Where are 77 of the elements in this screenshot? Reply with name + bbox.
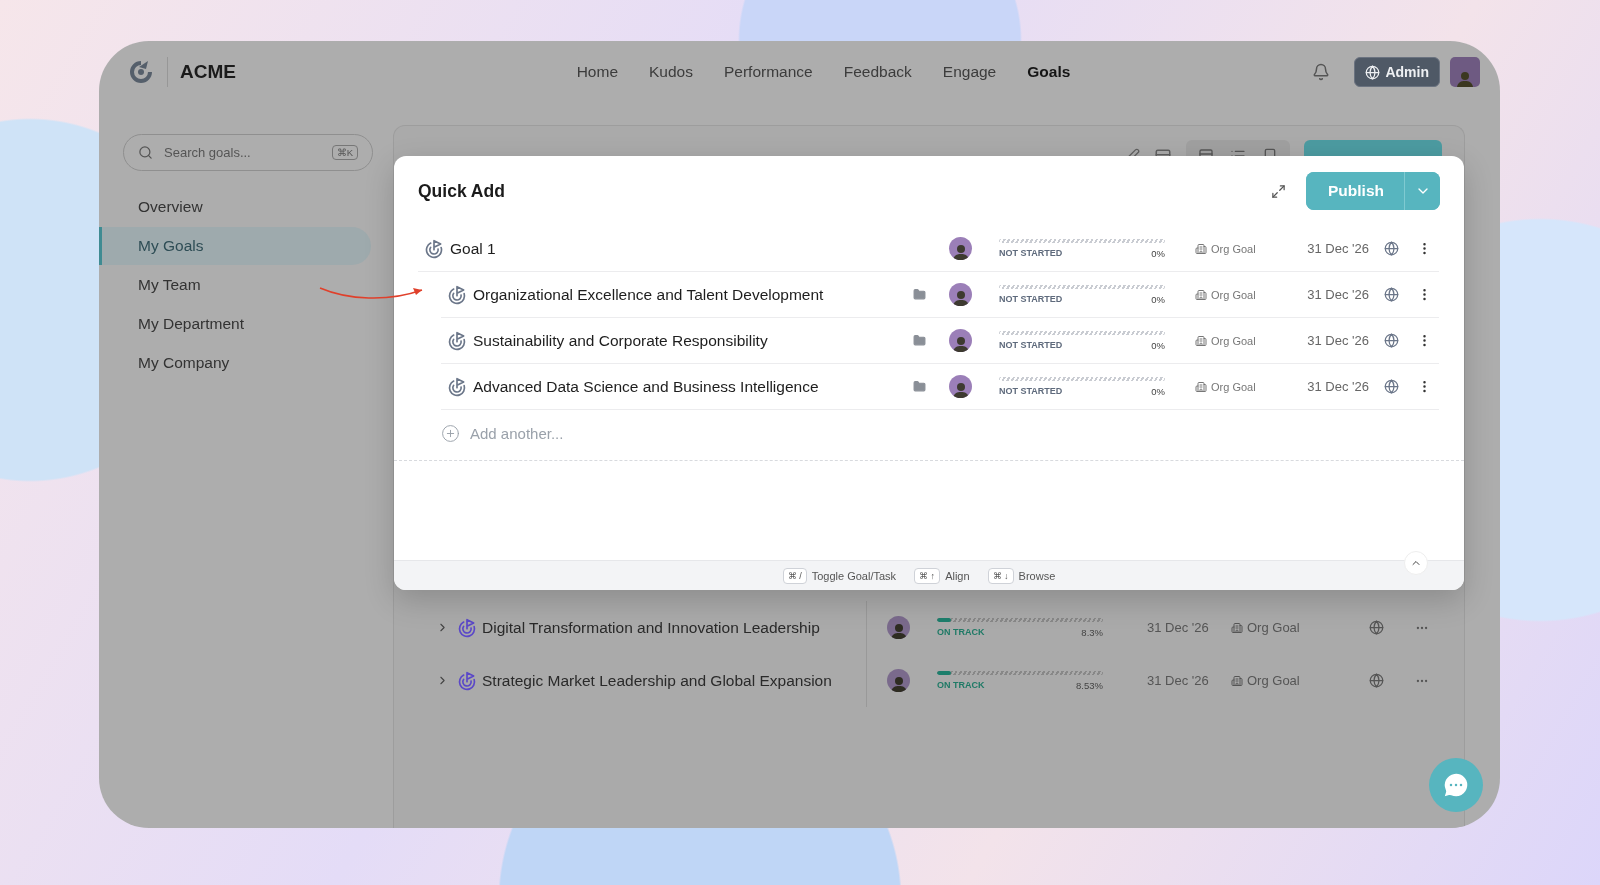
add-goal-field[interactable]: Add another... bbox=[468, 423, 768, 443]
goal-title[interactable]: Digital Transformation and Innovation Leadership bbox=[482, 601, 867, 654]
brand-name: ACME bbox=[180, 61, 236, 83]
building-icon bbox=[1195, 288, 1207, 301]
avatar[interactable] bbox=[949, 237, 972, 260]
nav-link[interactable]: Home bbox=[576, 63, 619, 81]
status-label: ON TRACK bbox=[937, 680, 985, 690]
dialog-title: Quick Add bbox=[418, 180, 506, 202]
due-date: 31 Dec '26 bbox=[1146, 673, 1210, 688]
status-label: NOT STARTED bbox=[999, 386, 1063, 396]
due-date: 31 Dec '26 bbox=[1146, 620, 1210, 635]
goal-title[interactable]: Strategic Market Leadership and Global Expansion bbox=[482, 654, 867, 707]
sidebar-item[interactable]: My Team bbox=[99, 266, 371, 304]
search-input[interactable]: Search goals... bbox=[162, 144, 323, 161]
due-date[interactable]: 31 Dec '26 bbox=[1283, 379, 1373, 394]
status-label: NOT STARTED bbox=[999, 340, 1063, 350]
add-icon[interactable] bbox=[441, 423, 460, 443]
building-icon bbox=[1231, 674, 1243, 687]
status-label: ON TRACK bbox=[937, 627, 985, 637]
globe-icon bbox=[1365, 64, 1381, 80]
goal-type-label: Org Goal bbox=[1247, 673, 1300, 688]
search-icon bbox=[138, 145, 153, 160]
goal-title[interactable]: Organizational Excellence and Talent Development bbox=[473, 285, 913, 304]
nav-link[interactable]: Feedback bbox=[843, 63, 912, 81]
goal-type[interactable]: Org Goal bbox=[1195, 288, 1283, 301]
goal-title[interactable]: Sustainability and Corporate Responsibility bbox=[473, 331, 913, 350]
due-date[interactable]: 31 Dec '26 bbox=[1283, 241, 1373, 256]
nav-link[interactable]: Engage bbox=[942, 63, 997, 81]
goal-type-label: Org Goal bbox=[1247, 620, 1300, 635]
goal-type[interactable]: Org Goal bbox=[1195, 380, 1283, 393]
goal-type-label: Org Goal bbox=[1211, 380, 1256, 393]
chat-button[interactable] bbox=[1429, 758, 1483, 812]
goal-type[interactable]: Org Goal bbox=[1195, 242, 1283, 255]
avatar[interactable] bbox=[949, 375, 972, 398]
goal-type[interactable]: Org Goal bbox=[1195, 334, 1283, 347]
building-icon bbox=[1195, 242, 1207, 255]
goal-title[interactable]: Goal 1 bbox=[450, 239, 913, 258]
nav-link[interactable]: Kudos bbox=[649, 63, 693, 81]
shortcut-label: Browse bbox=[1018, 569, 1056, 582]
progress-percent: 0% bbox=[1151, 247, 1165, 259]
key-hint: ⌘ ↑ bbox=[914, 567, 941, 584]
nav-link[interactable]: Goals bbox=[1027, 63, 1071, 81]
goal-type-label: Org Goal bbox=[1211, 242, 1256, 255]
goal-type-label: Org Goal bbox=[1211, 288, 1256, 301]
progress-percent: 0% bbox=[1151, 385, 1165, 397]
avatar[interactable] bbox=[949, 329, 972, 352]
sidebar-item[interactable]: My Department bbox=[99, 305, 371, 343]
avatar[interactable] bbox=[887, 616, 910, 639]
logo-icon bbox=[127, 58, 155, 86]
sidebar-item[interactable]: My Company bbox=[99, 344, 371, 382]
avatar[interactable] bbox=[887, 669, 910, 692]
status-label: NOT STARTED bbox=[999, 248, 1063, 258]
goal-type-label: Org Goal bbox=[1211, 334, 1256, 347]
key-hint: ⌘ ↓ bbox=[987, 567, 1014, 584]
building-icon bbox=[1195, 380, 1207, 393]
sidebar-item[interactable]: My Goals bbox=[99, 227, 371, 265]
progress-percent: 0% bbox=[1151, 293, 1165, 305]
status-label: NOT STARTED bbox=[999, 294, 1063, 304]
goal-title[interactable]: Advanced Data Science and Business Intelligence bbox=[473, 377, 913, 396]
progress-percent: 0% bbox=[1151, 339, 1165, 351]
sidebar-item[interactable]: Overview bbox=[99, 188, 371, 226]
shortcut-label: Toggle Goal/Task bbox=[811, 569, 897, 582]
building-icon bbox=[1231, 621, 1243, 634]
chat-bubble-icon bbox=[1441, 770, 1471, 800]
key-hint: ⌘ / bbox=[782, 567, 807, 584]
bell-icon[interactable] bbox=[1312, 63, 1331, 81]
due-date[interactable]: 31 Dec '26 bbox=[1283, 287, 1373, 302]
avatar[interactable] bbox=[949, 283, 972, 306]
progress-percent: 8.3% bbox=[1081, 626, 1103, 638]
user-avatar[interactable] bbox=[1450, 57, 1480, 87]
shortcut-hint: ⌘K bbox=[331, 145, 358, 160]
due-date[interactable]: 31 Dec '26 bbox=[1283, 333, 1373, 348]
progress-percent: 8.53% bbox=[1076, 679, 1103, 691]
admin-button[interactable]: Admin bbox=[1354, 57, 1440, 87]
nav-link[interactable]: Performance bbox=[724, 63, 813, 81]
shortcut-label: Align bbox=[945, 569, 970, 582]
building-icon bbox=[1195, 334, 1207, 347]
